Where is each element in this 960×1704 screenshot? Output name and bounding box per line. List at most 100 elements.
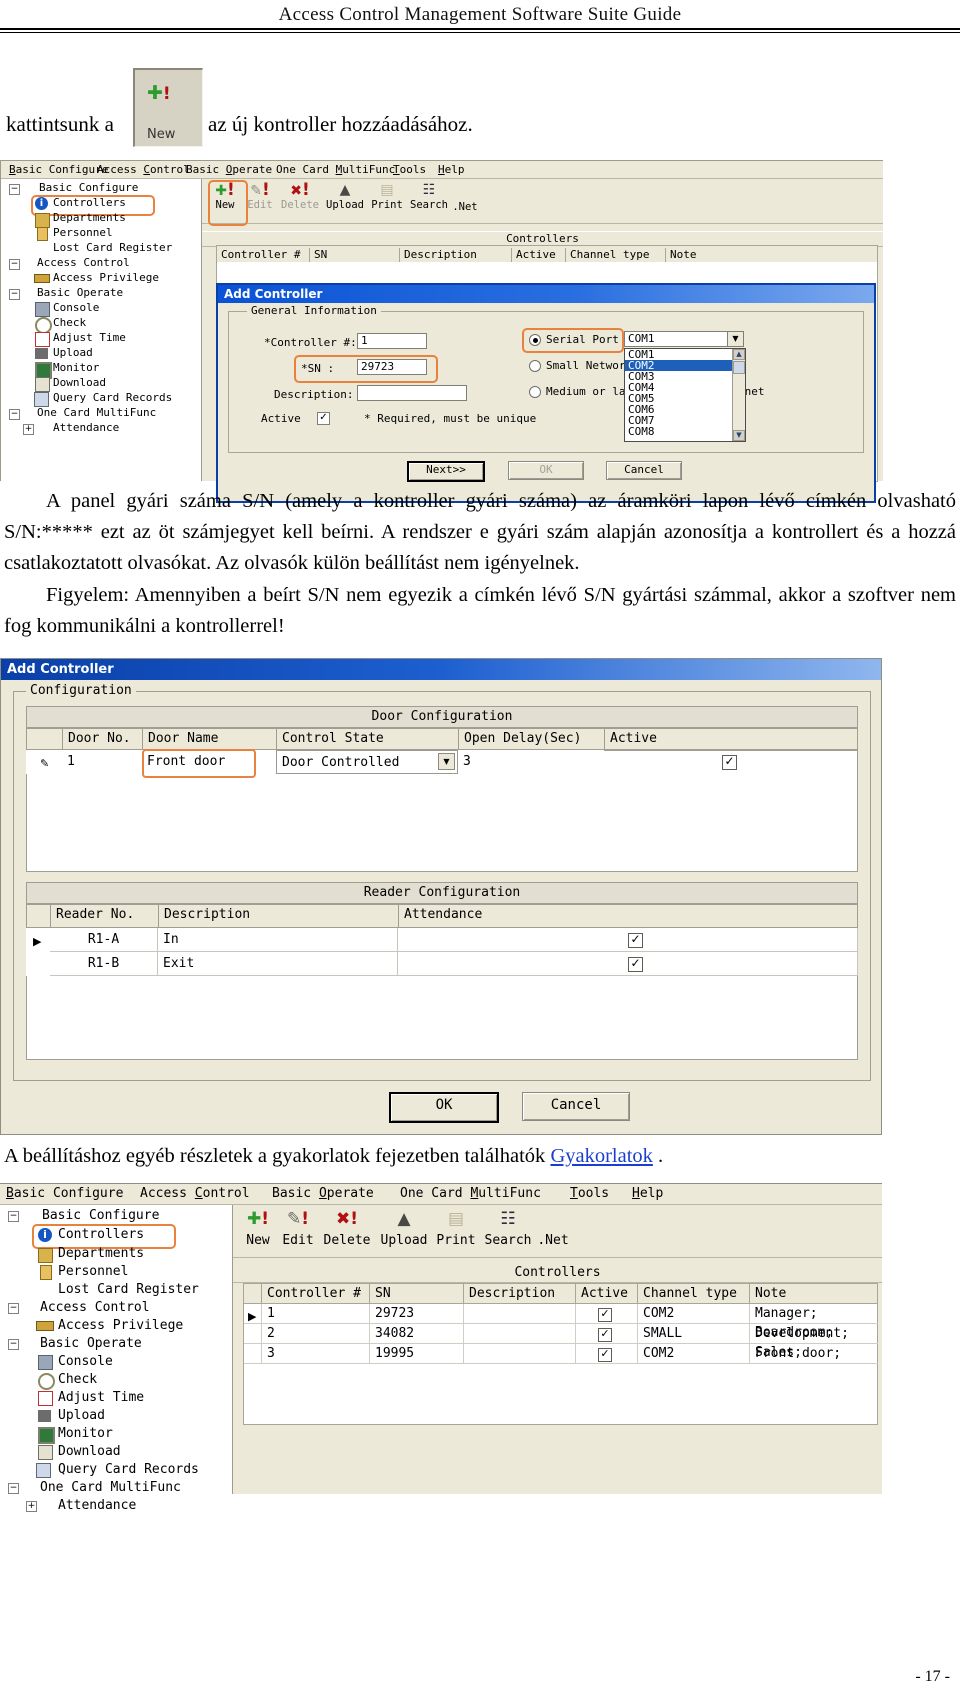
toolbar3-upload-button[interactable]: ▲ Upload <box>378 1209 430 1248</box>
navigation-tree-3[interactable]: − Basic Configure i Controllers Departme… <box>0 1205 233 1513</box>
chevron-down-icon[interactable]: ▼ <box>438 753 455 770</box>
menu-item-tools[interactable]: Tools <box>393 163 426 176</box>
toolbar3-edit-button[interactable]: ✎! Edit <box>281 1209 315 1248</box>
cell-note-2[interactable]: Front door; <box>750 1344 878 1364</box>
radio-small-network[interactable] <box>529 360 541 372</box>
cell-description-2[interactable] <box>464 1344 576 1364</box>
reader-row-indicator-0[interactable]: ▶ <box>26 928 50 952</box>
toolbar-edit-button[interactable]: ✎! Edit <box>246 182 274 212</box>
toolbar-delete-button[interactable]: ✖! Delete <box>280 182 320 212</box>
toolbar-new-button[interactable]: ✚! New <box>211 182 239 212</box>
radio-serial-port[interactable] <box>529 334 541 346</box>
menu-item-basic-operate[interactable]: Basic Operate <box>186 163 272 176</box>
active-checkbox[interactable]: ✓ <box>317 412 330 425</box>
cell-note-1[interactable]: Development; Sales; <box>750 1324 878 1360</box>
menu3-item-tools[interactable]: Tools <box>570 1186 609 1201</box>
menu-item-basic-configure[interactable]: Basic Configure <box>9 163 108 176</box>
reader-row-indicator-1[interactable] <box>26 952 50 976</box>
cell-channel-1[interactable]: SMALL <box>638 1324 750 1344</box>
cell-note-0[interactable]: Manager; Boardroom; <box>750 1304 878 1340</box>
menu-item-one-card-multifunc[interactable]: One Card MultiFunc <box>276 163 395 176</box>
cell-reader-no-0[interactable]: R1-A <box>50 928 158 952</box>
menu3-item-basic-operate[interactable]: Basic Operate <box>272 1186 374 1201</box>
expander-plus-icon[interactable]: + <box>23 424 34 435</box>
toolbar3-net-button[interactable]: .Net <box>536 1233 570 1248</box>
checkbox-door-active[interactable]: ✓ <box>722 755 737 770</box>
sn-input[interactable]: 29723 <box>357 359 427 375</box>
cell-reader-description-0[interactable]: In <box>158 928 398 952</box>
com-port-dropdown-list[interactable]: COM1 COM2 COM3 COM4 COM5 COM6 COM7 COM8 … <box>624 348 746 442</box>
toolbar-search-button[interactable]: ☷ Search <box>408 183 450 211</box>
printer-icon: ▤ <box>447 1209 465 1229</box>
dropdown-scrollbar[interactable]: ▲ ▼ <box>732 349 745 441</box>
grid3-body: ▶ 1 29723 ✓ COM2 Manager; Boardroom; 2 3… <box>243 1304 878 1425</box>
cell-controller-no-1[interactable]: 2 <box>262 1324 370 1344</box>
expander-minus-icon[interactable]: − <box>9 289 20 300</box>
cell-open-delay[interactable]: 3 <box>458 750 604 774</box>
gyakorlatok-link[interactable]: Gyakorlatok <box>550 1145 652 1167</box>
expander-minus-icon[interactable]: − <box>8 1303 19 1314</box>
checkbox-attendance-1[interactable]: ✓ <box>628 957 643 972</box>
toolbar-print-button[interactable]: ▤ Print <box>370 183 404 211</box>
toolbar3-new-button[interactable]: ✚! New <box>241 1209 275 1248</box>
tree-label: Controllers <box>53 196 126 209</box>
expander-minus-icon[interactable]: − <box>8 1339 19 1350</box>
scroll-down-icon[interactable]: ▼ <box>733 430 745 441</box>
grid3-row-indicator-0[interactable]: ▶ <box>244 1304 262 1324</box>
menu3-item-basic-configure[interactable]: Basic Configure <box>6 1186 123 1201</box>
checkbox-active-2[interactable]: ✓ <box>598 1348 612 1362</box>
controller-no-input[interactable]: 1 <box>357 333 427 349</box>
expander-minus-icon[interactable]: − <box>8 1211 19 1222</box>
expander-plus-icon[interactable]: + <box>26 1501 37 1512</box>
checkbox-attendance-0[interactable]: ✓ <box>628 933 643 948</box>
expander-minus-icon[interactable]: − <box>9 409 20 420</box>
chevron-down-icon[interactable]: ▼ <box>727 332 743 346</box>
menu3-item-one-card-multifunc[interactable]: One Card MultiFunc <box>400 1186 541 1201</box>
cell-controller-no-2[interactable]: 3 <box>262 1344 370 1364</box>
checkbox-active-0[interactable]: ✓ <box>598 1308 612 1322</box>
cell-reader-no-1[interactable]: R1-B <box>50 952 158 976</box>
scroll-up-icon[interactable]: ▲ <box>733 349 745 360</box>
cell-sn-2[interactable]: 19995 <box>370 1344 464 1364</box>
scrollbar-thumb[interactable] <box>733 361 745 374</box>
menu-item-access-control[interactable]: Access Control <box>97 163 190 176</box>
toolbar3-search-button[interactable]: ☷ Search <box>481 1209 535 1248</box>
cell-sn-0[interactable]: 29723 <box>370 1304 464 1324</box>
dropdown-option[interactable]: COM8 <box>625 426 745 437</box>
door-row-indicator[interactable]: ✎ <box>26 750 62 774</box>
cell-description-0[interactable] <box>464 1304 576 1324</box>
radio-medium-large-network[interactable] <box>529 386 541 398</box>
cell-door-no[interactable]: 1 <box>62 750 142 774</box>
toolbar3-delete-button[interactable]: ✖! Delete <box>321 1209 373 1248</box>
cell-controller-no-0[interactable]: 1 <box>262 1304 370 1324</box>
cell-channel-0[interactable]: COM2 <box>638 1304 750 1324</box>
grid3-row-indicator-2[interactable] <box>244 1344 262 1364</box>
cell-sn-1[interactable]: 34082 <box>370 1324 464 1344</box>
expander-minus-icon[interactable]: − <box>9 259 20 270</box>
cell-control-state[interactable]: Door Controlled <box>276 750 458 774</box>
com-port-combo[interactable]: COM1 ▼ <box>624 331 744 347</box>
navigation-tree[interactable]: − Basic Configure i Controllers Departme… <box>1 179 202 481</box>
toolbar3-print-button[interactable]: ▤ Print <box>433 1209 479 1248</box>
checkbox-active-1[interactable]: ✓ <box>598 1328 612 1342</box>
menu3-item-access-control[interactable]: Access Control <box>140 1186 250 1201</box>
expander-minus-icon[interactable]: − <box>8 1483 19 1494</box>
toolbar-net-button[interactable]: .Net <box>451 201 479 213</box>
grid3-row-indicator-1[interactable] <box>244 1324 262 1344</box>
menu-item-help[interactable]: Help <box>438 163 465 176</box>
cell-door-name[interactable]: Front door <box>142 750 276 774</box>
next-button[interactable]: Next>> <box>407 461 485 482</box>
toolbar-upload-button[interactable]: ▲ Upload <box>324 183 366 211</box>
new-button-figure: ✚! New <box>133 68 203 147</box>
cell-reader-description-1[interactable]: Exit <box>158 952 398 976</box>
menu3-item-help[interactable]: Help <box>632 1186 663 1201</box>
toolbar-label: Edit <box>282 1233 314 1248</box>
expander-minus-icon[interactable]: − <box>9 184 20 195</box>
description-input[interactable] <box>357 385 467 401</box>
column-header-control-state: Control State <box>276 728 458 750</box>
dialog2-ok-button[interactable]: OK <box>389 1092 499 1123</box>
dialog2-cancel-button[interactable]: Cancel <box>522 1092 630 1121</box>
cancel-button[interactable]: Cancel <box>606 461 682 480</box>
cell-channel-2[interactable]: COM2 <box>638 1344 750 1364</box>
cell-description-1[interactable] <box>464 1324 576 1344</box>
